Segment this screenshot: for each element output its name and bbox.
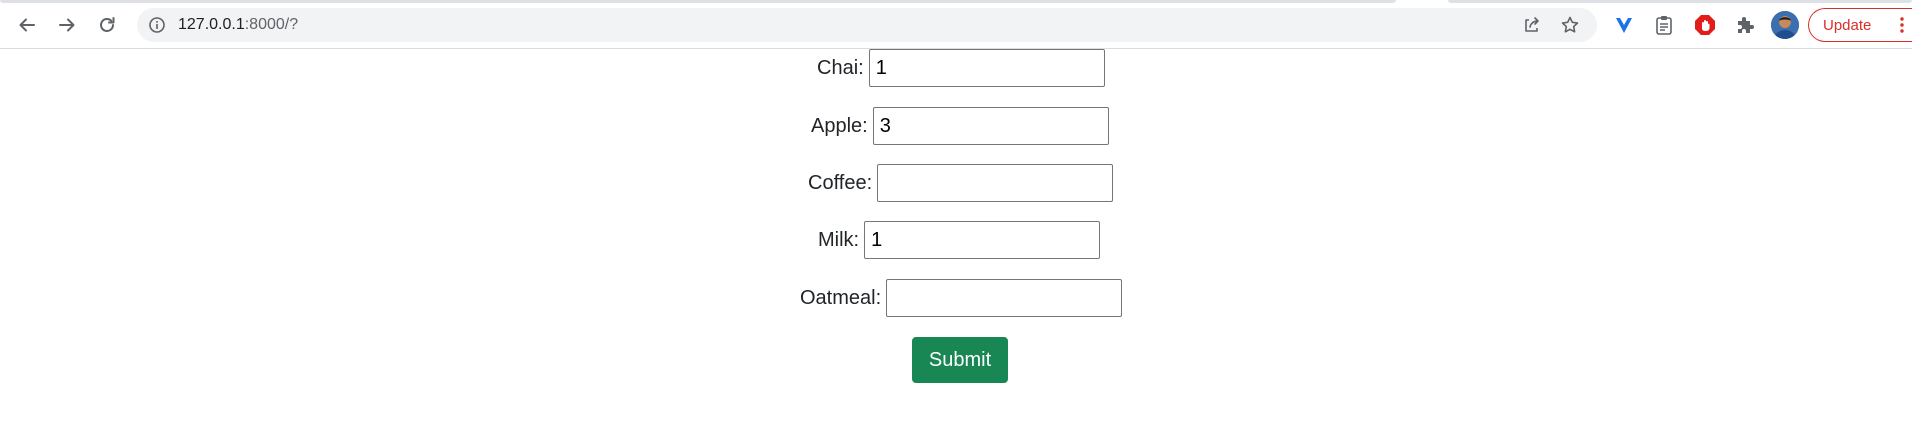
form-row-apple: Apple: (811, 107, 1109, 145)
clipboard-button[interactable] (1653, 14, 1675, 36)
puzzle-icon (1738, 17, 1754, 33)
form-row-coffee: Coffee: (808, 164, 1114, 202)
back-button[interactable] (11, 9, 43, 41)
browser-toolbar: 127.0.0.1:8000/? Update (0, 0, 1912, 49)
apple-input[interactable] (872, 107, 1109, 145)
url-host: 127.0.0.1 (178, 16, 245, 33)
back-icon (19, 18, 35, 32)
milk-label: Milk: (818, 228, 860, 251)
tab-strip-edge (1448, 0, 1912, 3)
reload-icon (100, 17, 115, 32)
form-row-milk: Milk: (818, 221, 1101, 259)
oatmeal-input[interactable] (886, 279, 1123, 317)
coffee-label: Coffee: (808, 171, 873, 194)
forward-icon (59, 18, 75, 32)
info-icon[interactable] (148, 16, 166, 34)
extension-v-button[interactable] (1613, 14, 1635, 36)
share-icon[interactable] (1521, 15, 1541, 35)
url-text[interactable]: 127.0.0.1:8000/? (178, 16, 298, 34)
extensions-button[interactable] (1734, 14, 1756, 36)
update-button[interactable]: Update (1808, 8, 1912, 42)
submit-button[interactable]: Submit (912, 337, 1008, 383)
clipboard-icon (1656, 16, 1672, 35)
profile-picture-icon (1771, 11, 1799, 39)
update-label: Update (1823, 16, 1872, 34)
avatar[interactable] (1771, 11, 1799, 39)
coffee-input[interactable] (877, 164, 1114, 202)
chai-input[interactable] (868, 49, 1105, 87)
url-path: :8000/? (244, 16, 299, 33)
reload-button[interactable] (91, 9, 123, 41)
tab-strip-edge (0, 0, 1396, 3)
form-row-chai: Chai: (817, 49, 1105, 87)
kebab-menu-icon[interactable] (1900, 17, 1904, 33)
chai-label: Chai: (817, 56, 864, 79)
oatmeal-label: Oatmeal: (800, 286, 882, 309)
extension-v-icon (1616, 18, 1632, 33)
address-bar[interactable]: 127.0.0.1:8000/? (137, 8, 1597, 42)
apple-label: Apple: (811, 114, 868, 137)
star-icon[interactable] (1560, 15, 1580, 35)
adblock-icon (1695, 15, 1715, 35)
form-row-oatmeal: Oatmeal: (800, 279, 1123, 317)
milk-input[interactable] (864, 221, 1101, 259)
adblock-button[interactable] (1694, 14, 1716, 36)
forward-button[interactable] (51, 9, 83, 41)
